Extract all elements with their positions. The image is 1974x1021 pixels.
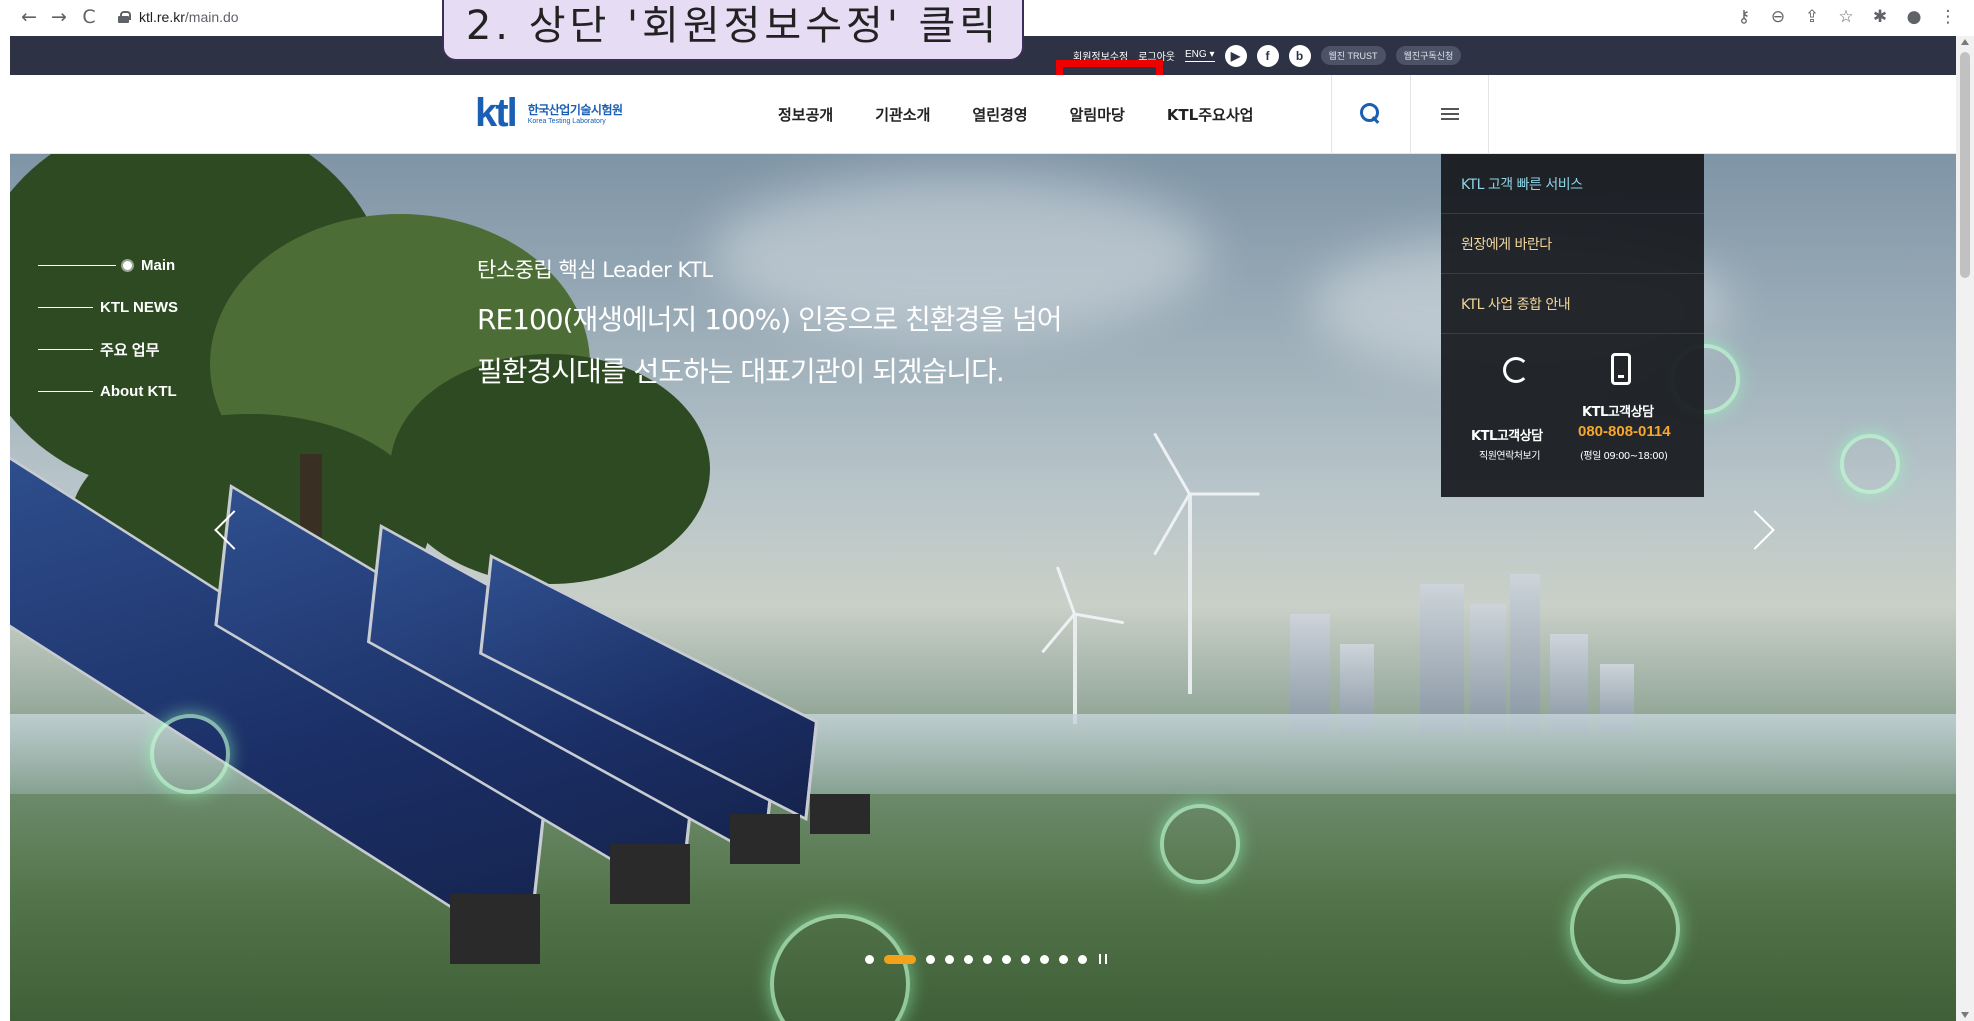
hero-title-line1: RE100(재생에너지 100%) 인증으로 친환경을 넘어 xyxy=(477,303,1062,336)
nav-item-business[interactable]: KTL주요사업 xyxy=(1167,104,1254,125)
profile-icon[interactable]: ● xyxy=(1904,7,1924,27)
slide-dot[interactable] xyxy=(926,954,935,964)
site-logo[interactable]: ktl 한국산업기술시험원 Korea Testing Laboratory xyxy=(475,93,623,133)
slide-dot[interactable] xyxy=(1059,954,1068,964)
extensions-icon[interactable]: ✱ xyxy=(1870,7,1890,27)
share-icon[interactable]: ⇪ xyxy=(1802,7,1822,27)
callout-text: 2. 상단 '회원정보수정' 클릭 xyxy=(465,3,1001,49)
section-nav-label: Main xyxy=(141,256,176,274)
slide-dot[interactable] xyxy=(884,954,916,964)
staff-contact-link[interactable]: 직원연락처보기 xyxy=(1479,447,1540,462)
language-select[interactable]: ENG ▾ xyxy=(1185,49,1215,62)
facebook-icon[interactable]: f xyxy=(1256,44,1279,67)
youtube-icon[interactable]: ▶ xyxy=(1224,44,1247,67)
back-button[interactable]: ← xyxy=(14,2,44,32)
lock-icon[interactable] xyxy=(118,11,131,23)
webzine-link[interactable]: 웹진 TRUST xyxy=(1320,46,1386,65)
nav-item-disclosure[interactable]: 정보공개 xyxy=(778,104,833,125)
glow-ring xyxy=(1570,874,1680,984)
caret-down-icon: ▾ xyxy=(1209,49,1215,60)
hamburger-menu-icon xyxy=(1440,108,1459,120)
wind-turbine xyxy=(1188,494,1192,694)
scroll-thumb[interactable] xyxy=(1960,52,1970,278)
quick-service-panel: KTL 고객 빠른 서비스 원장에게 바란다 KTL 사업 종합 안내 KTL고… xyxy=(1441,154,1704,497)
city-skyline xyxy=(1270,574,1670,734)
section-nav-main[interactable]: Main xyxy=(38,244,178,286)
glow-ring xyxy=(1160,804,1240,884)
slide-dot[interactable] xyxy=(983,954,992,964)
language-label: ENG xyxy=(1185,49,1207,60)
url-host: ktl.re.kr xyxy=(139,9,185,25)
logo-korean: 한국산업기술시험원 xyxy=(527,103,623,117)
blog-icon[interactable]: b xyxy=(1288,44,1311,67)
zoom-icon[interactable]: ⊖ xyxy=(1768,7,1788,27)
section-nav: Main KTL NEWS 주요 업무 About KTL xyxy=(38,244,178,412)
slide-dot[interactable] xyxy=(945,954,954,964)
key-icon[interactable]: ⚷ xyxy=(1734,7,1754,27)
site-header: ktl 한국산업기술시험원 Korea Testing Laboratory 정… xyxy=(10,75,1956,154)
all-menu-button[interactable] xyxy=(1410,75,1489,153)
subscribe-link[interactable]: 웹진구독신청 xyxy=(1395,46,1462,65)
forward-button[interactable]: → xyxy=(44,2,74,32)
hero-title: RE100(재생에너지 100%) 인증으로 친환경을 넘어 필환경시대를 선도… xyxy=(477,294,1062,398)
logo-english: Korea Testing Laboratory xyxy=(527,118,606,125)
wind-turbine xyxy=(1073,614,1077,724)
search-icon xyxy=(1360,103,1382,125)
headset-icon[interactable] xyxy=(1503,357,1529,383)
quick-link-business-guide[interactable]: KTL 사업 종합 안내 xyxy=(1441,274,1704,334)
phone-icon xyxy=(1611,353,1631,385)
contact-area: KTL고객상담 직원연락처보기 KTL고객상담 080-808-0114 (평일… xyxy=(1441,335,1704,497)
active-dot-icon xyxy=(123,260,132,270)
section-nav-label: 주요 업무 xyxy=(100,341,160,359)
hero-title-line2: 필환경시대를 선도하는 대표기관이 되겠습니다. xyxy=(477,355,1005,388)
section-nav-label: KTL NEWS xyxy=(100,298,179,316)
quick-link-fast-service[interactable]: KTL 고객 빠른 서비스 xyxy=(1441,154,1704,214)
more-icon[interactable]: ⋮ xyxy=(1938,7,1958,27)
slide-pagination xyxy=(865,954,1107,964)
logo-mark: ktl xyxy=(475,91,518,135)
instruction-callout: 2. 상단 '회원정보수정' 클릭 xyxy=(442,0,1024,61)
slide-dot[interactable] xyxy=(964,954,973,964)
url-path: /main.do xyxy=(184,9,239,25)
phone-contact-label: KTL고객상담 xyxy=(1582,405,1654,420)
section-nav-work[interactable]: 주요 업무 xyxy=(38,328,178,370)
glow-ring xyxy=(1840,434,1900,494)
hero-banner: 탄소중립 핵심 Leader KTL RE100(재생에너지 100%) 인증으… xyxy=(10,154,1956,1021)
pause-icon[interactable] xyxy=(1099,954,1107,964)
nav-item-about[interactable]: 기관소개 xyxy=(875,104,930,125)
scroll-down-icon[interactable] xyxy=(1961,1012,1969,1018)
bookmark-star-icon[interactable]: ☆ xyxy=(1836,7,1856,27)
phone-number: 080-808-0114 xyxy=(1578,423,1671,440)
scroll-up-icon[interactable] xyxy=(1961,39,1969,45)
nav-item-news[interactable]: 알림마당 xyxy=(1070,104,1125,125)
glow-ring xyxy=(150,714,230,794)
address-bar[interactable]: ktl.re.kr/main.do xyxy=(118,9,239,25)
glow-ring xyxy=(770,914,910,1021)
slide-dot[interactable] xyxy=(1078,954,1087,964)
slide-dot[interactable] xyxy=(1002,954,1011,964)
staff-contact-label[interactable]: KTL고객상담 xyxy=(1471,425,1543,444)
quick-link-ceo[interactable]: 원장에게 바란다 xyxy=(1441,214,1704,274)
main-nav: 정보공개 기관소개 열린경영 알림마당 KTL주요사업 xyxy=(778,75,1253,153)
slide-dot[interactable] xyxy=(1040,954,1049,964)
next-slide-arrow-icon[interactable] xyxy=(1735,510,1775,550)
section-nav-label: About KTL xyxy=(100,382,177,400)
slide-dot[interactable] xyxy=(865,954,874,964)
slide-dot[interactable] xyxy=(1021,954,1030,964)
nav-item-management[interactable]: 열린경영 xyxy=(972,104,1027,125)
section-nav-news[interactable]: KTL NEWS xyxy=(38,286,178,328)
page-scrollbar[interactable] xyxy=(1956,36,1974,1021)
section-nav-about[interactable]: About KTL xyxy=(38,370,178,412)
hero-eyebrow: 탄소중립 핵심 Leader KTL xyxy=(477,258,713,282)
phone-hours: (평일 09:00~18:00) xyxy=(1580,451,1668,462)
search-button[interactable] xyxy=(1331,75,1410,153)
reload-button[interactable]: C xyxy=(74,2,104,32)
